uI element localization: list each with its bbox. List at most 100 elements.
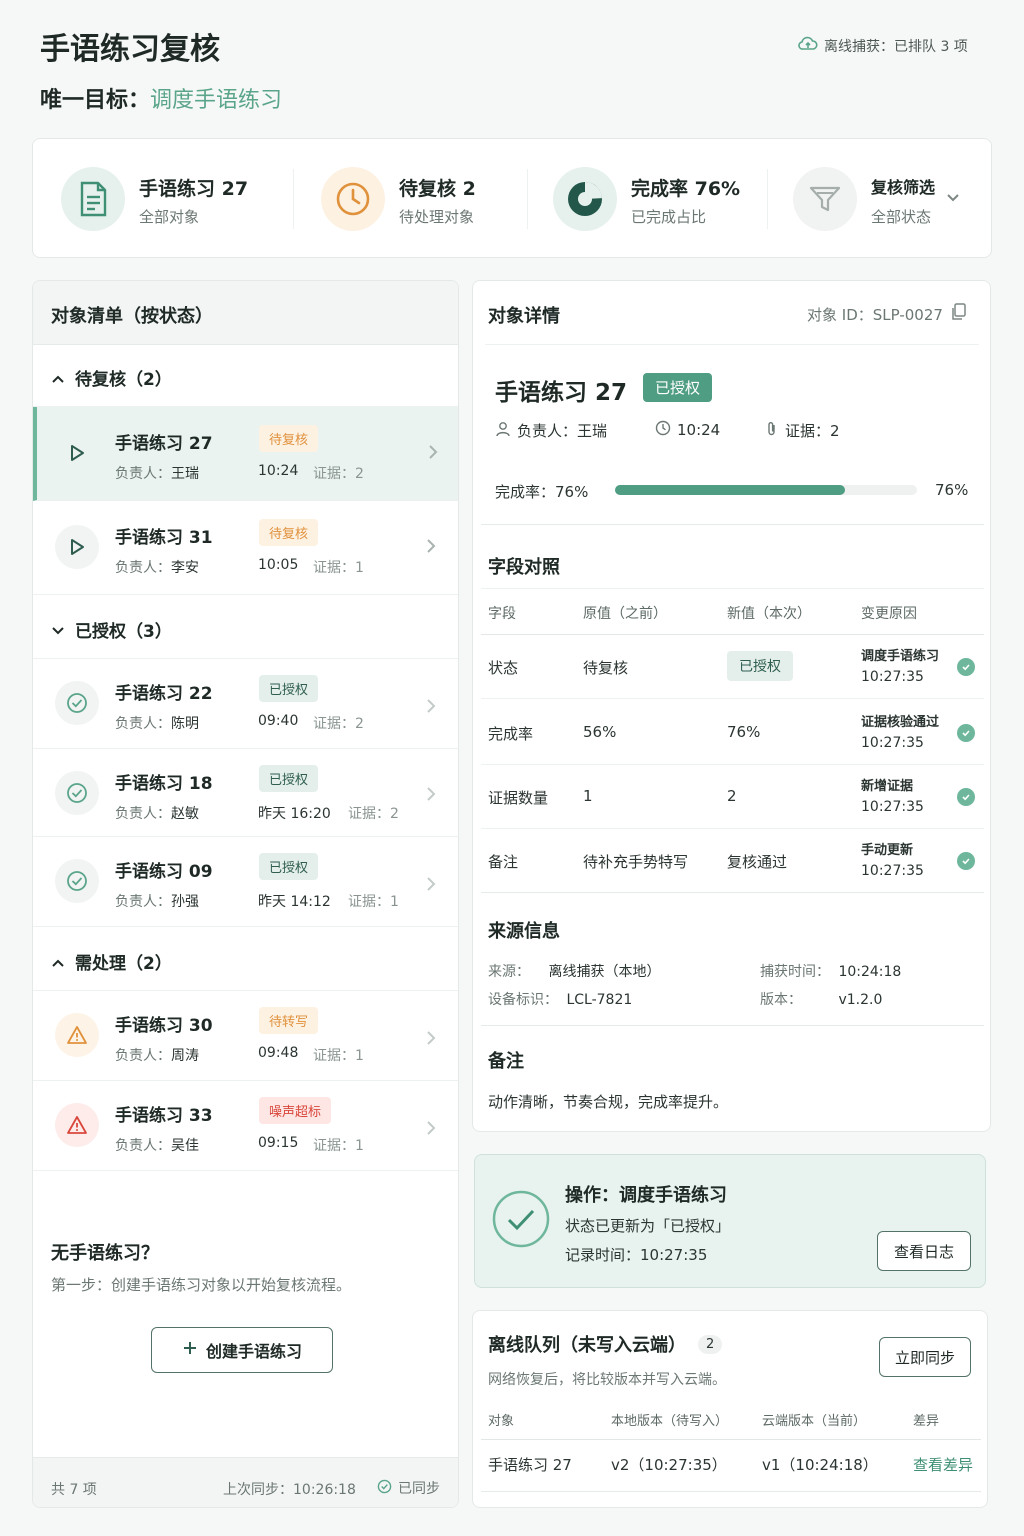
item-owner: 负责人：孙强 (115, 894, 199, 910)
field-name: 证据数量 (488, 789, 549, 807)
source-value: 离线捕获（本地） (548, 964, 661, 980)
field-reason: 新增证据 (861, 779, 914, 794)
chevron-up-icon (51, 369, 65, 388)
stat-completion-sub: 已完成占比 (631, 208, 707, 226)
list-item[interactable]: 手语练习 31 待复核 负责人：李安 10:05 证据：1 (33, 501, 458, 595)
field-name: 状态 (488, 659, 519, 677)
source-row: 来源： 离线捕获（本地） (488, 961, 660, 981)
view-log-button[interactable]: 查看日志 (877, 1231, 971, 1271)
plus-icon (182, 1340, 198, 1360)
empty-state-title: 无手语练习？ (51, 1243, 159, 1264)
play-icon (55, 431, 99, 475)
list-item-selected[interactable]: 手语练习 27 待复核 负责人：王瑞 10:24 证据：2 (33, 407, 458, 501)
group-toggle-needs-action[interactable]: 需处理（2） (33, 927, 458, 991)
review-filter-dropdown[interactable]: 复核筛选 全部状态 (793, 164, 973, 234)
detail-owner: 负责人：王瑞 (495, 420, 607, 441)
cloud-upload-icon (798, 36, 818, 56)
group-label: 需处理（2） (75, 954, 172, 974)
list-header: 对象清单（按状态） (51, 306, 213, 327)
chevron-right-icon (428, 441, 438, 465)
item-time: 10:05 (258, 557, 299, 573)
action-result-card: 操作：调度手语练习 状态已更新为「已授权」 记录时间：10:27:35 查看日志 (474, 1154, 986, 1288)
field-new-badge: 已授权 (727, 651, 793, 681)
status-badge: 已授权 (259, 765, 319, 792)
page-title: 手语练习复核 (40, 32, 220, 67)
goal-line: 唯一目标：调度手语练习 (40, 82, 282, 114)
version-label: 版本： (760, 992, 802, 1008)
goal-value: 调度手语练习 (150, 88, 283, 113)
queue-col-object: 对象 (488, 1414, 515, 1429)
stat-pending-sub: 待处理对象 (399, 208, 475, 226)
alert-icon (55, 1103, 99, 1147)
stat-pending: 待复核 2 待处理对象 (321, 164, 521, 234)
item-evidence: 证据：2 (348, 806, 399, 822)
status-badge: 待复核 (259, 425, 319, 452)
queue-col-local: 本地版本（待写入） (611, 1414, 729, 1429)
queue-col-cloud: 云端版本（当前） (762, 1414, 867, 1429)
check-circle-icon (55, 681, 99, 725)
queue-count-badge: 2 (698, 1334, 723, 1354)
filter-icon (793, 167, 857, 231)
check-circle-icon (55, 771, 99, 815)
item-time: 09:48 (258, 1045, 299, 1061)
offline-status-text: 离线捕获：已排队 3 项 (824, 39, 968, 55)
clock-icon (321, 167, 385, 231)
item-time: 昨天 16:20 (258, 806, 331, 822)
table-row: 备注 待补充手势特写 复核通过 手动更新 10:27:35 (481, 829, 984, 893)
list-item[interactable]: 手语练习 33 噪声超标 负责人：吴佳 09:15 证据：1 (33, 1081, 458, 1171)
col-old: 原值（之前） (583, 606, 667, 622)
notes-text: 动作清晰，节奏合规，完成率提升。 (488, 1093, 729, 1111)
item-evidence: 证据：1 (348, 894, 399, 910)
queue-header: 离线队列（未写入云端） 2 (488, 1331, 723, 1357)
table-row: 证据数量 1 2 新增证据 10:27:35 (481, 765, 984, 829)
paperclip-icon (765, 421, 779, 441)
field-reason: 调度手语练习 (861, 649, 940, 664)
chevron-right-icon (426, 695, 436, 719)
group-label: 已授权（3） (75, 622, 172, 642)
item-owner: 负责人：李安 (115, 560, 199, 576)
group-toggle-pending[interactable]: 待复核（2） (33, 345, 458, 407)
field-time: 10:27:35 (861, 799, 924, 815)
check-circle-icon (491, 1189, 551, 1253)
user-icon (495, 421, 511, 441)
footer-count: 共 7 项 (51, 1482, 97, 1498)
copy-icon[interactable] (951, 303, 967, 325)
list-item[interactable]: 手语练习 30 待转写 负责人：周涛 09:48 证据：1 (33, 991, 458, 1081)
list-item[interactable]: 手语练习 09 已授权 负责人：孙强 昨天 14:12 证据：1 (33, 837, 458, 927)
progress-value: 76% (935, 481, 969, 499)
source-label: 来源： (488, 964, 530, 980)
group-toggle-authorized[interactable]: 已授权（3） (33, 595, 458, 659)
queue-cloud-version: v1（10:24:18） (762, 1456, 878, 1474)
status-badge: 噪声超标 (259, 1097, 332, 1124)
queue-title: 离线队列（未写入云端） (488, 1335, 686, 1356)
queue-local-version: v2（10:27:35） (611, 1456, 727, 1474)
check-icon (957, 788, 975, 806)
table-row: 状态 待复核 已授权 调度手语练习 10:27:35 (481, 635, 984, 699)
detail-time: 10:24 (655, 420, 720, 440)
filter-sub: 全部状态 (871, 208, 932, 226)
list-item[interactable]: 手语练习 18 已授权 负责人：赵敏 昨天 16:20 证据：2 (33, 749, 458, 837)
sync-now-button[interactable]: 立即同步 (879, 1337, 971, 1377)
item-time: 昨天 14:12 (258, 894, 331, 910)
field-time: 10:27:35 (861, 863, 924, 879)
version-value: v1.2.0 (838, 992, 883, 1008)
check-circle-icon (377, 1479, 392, 1498)
item-title: 手语练习 22 (115, 684, 213, 704)
play-icon (55, 525, 99, 569)
item-time: 09:40 (258, 713, 299, 729)
queue-object: 手语练习 27 (488, 1456, 572, 1474)
empty-state-desc: 第一步：创建手语练习对象以开始复核流程。 (51, 1276, 352, 1294)
field-time: 10:27:35 (861, 669, 924, 685)
item-title: 手语练习 09 (115, 862, 213, 882)
group-label: 待复核（2） (75, 370, 172, 390)
view-diff-link[interactable]: 查看差异 (913, 1454, 973, 1475)
queue-desc: 网络恢复后，将比较版本并写入云端。 (488, 1372, 726, 1388)
check-icon (957, 724, 975, 742)
detail-time-text: 10:24 (677, 421, 721, 439)
create-practice-button[interactable]: 创建手语练习 (151, 1327, 333, 1373)
chevron-right-icon (426, 783, 436, 807)
field-name: 完成率 (488, 725, 534, 743)
progress-fill (615, 485, 845, 495)
list-item[interactable]: 手语练习 22 已授权 负责人：陈明 09:40 证据：2 (33, 659, 458, 749)
detail-title: 手语练习 27 (495, 380, 628, 406)
